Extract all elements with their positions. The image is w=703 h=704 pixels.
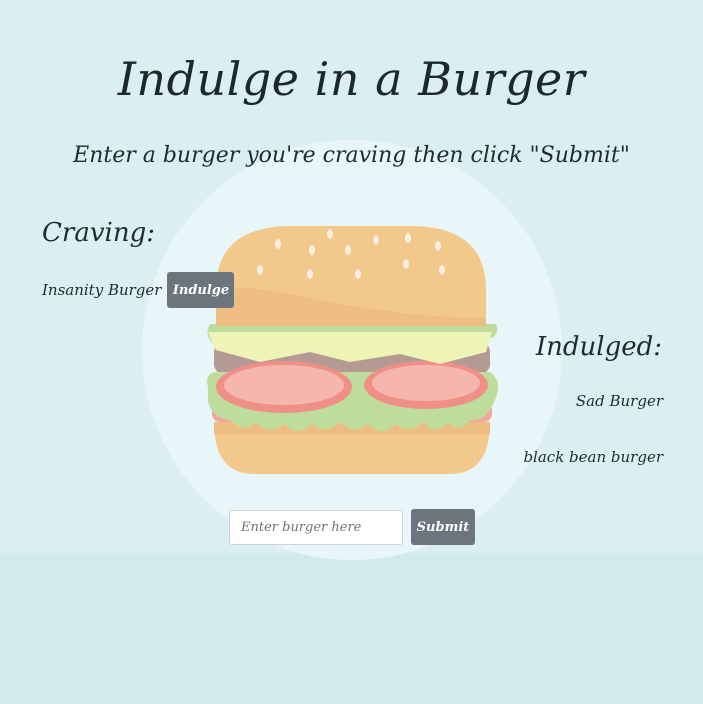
submit-button[interactable]: Submit xyxy=(411,509,475,545)
cheese-slice xyxy=(208,332,492,364)
indulged-list-item: black bean burger xyxy=(523,448,663,466)
page-title: Indulge in a Burger xyxy=(117,52,586,106)
burger-form: Submit xyxy=(229,509,475,545)
burger-illustration xyxy=(207,226,499,474)
indulge-button[interactable]: Indulge xyxy=(167,272,235,308)
indulged-heading: Indulged: xyxy=(535,332,662,362)
burger-input[interactable] xyxy=(229,509,403,545)
craving-burger-name: Insanity Burger xyxy=(42,281,162,299)
craving-heading: Craving: xyxy=(42,218,155,248)
page-subtitle: Enter a burger you're craving then click… xyxy=(73,143,630,168)
indulged-list: Sad Burger black bean burger xyxy=(523,392,663,504)
indulged-list-item: Sad Burger xyxy=(575,392,663,410)
craving-list-item: Insanity Burger Indulge xyxy=(42,272,235,308)
